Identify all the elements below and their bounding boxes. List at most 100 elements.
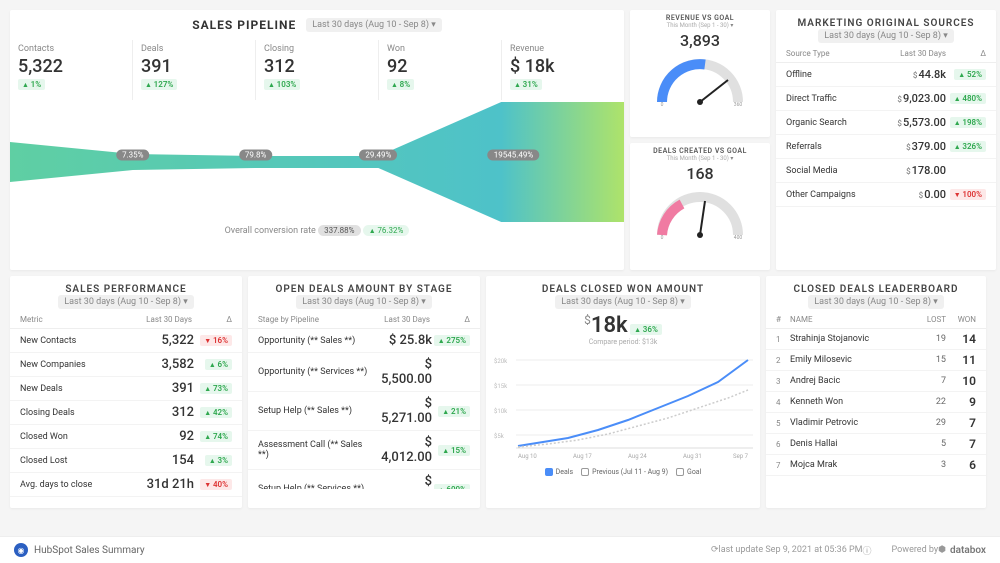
currency-prefix: $ <box>584 313 591 327</box>
gauges-column: REVENUE VS GOAL This Month (Sep 1 - 30) … <box>630 10 770 270</box>
row-value: $5,573.00 <box>882 116 946 129</box>
info-icon[interactable]: ⓘ <box>863 544 872 557</box>
svg-text:Aug 17: Aug 17 <box>573 453 592 460</box>
person-name: Vladimir Petrovic <box>790 418 916 428</box>
sales-pipeline-card: SALES PIPELINE Last 30 days (Aug 10 - Se… <box>10 10 624 270</box>
row-name: Social Media <box>786 166 882 176</box>
col-header: Δ <box>946 49 986 58</box>
legend-previous[interactable]: Previous (Jul 11 - Aug 9) <box>581 468 668 476</box>
delta-badge: 15% <box>438 445 470 456</box>
row-value: $ 25.8k <box>372 333 432 348</box>
row-name: Setup Help (** Services **) <box>258 484 372 489</box>
col-header: Metric <box>20 315 128 324</box>
table-row: Other Campaigns $0.00 100% <box>776 183 996 207</box>
delta-badge: 21% <box>438 406 470 417</box>
stage-value: 5,322 <box>18 56 124 77</box>
period-selector[interactable]: Last 30 days (Aug 10 - Sep 8) <box>808 295 944 309</box>
legend-deals[interactable]: Deals <box>545 468 573 476</box>
funnel-pct-1: 7.35% <box>116 149 149 160</box>
svg-text:Aug 31: Aug 31 <box>683 453 702 460</box>
pipeline-period-selector[interactable]: Last 30 days (Aug 10 - Sep 8) <box>306 18 442 32</box>
svg-text:0: 0 <box>661 102 664 107</box>
leaderboard-row: 1 Strahinja Stojanovic 19 14 <box>766 329 986 350</box>
row-value: $0.00 <box>882 188 946 201</box>
rank: 1 <box>776 335 790 344</box>
won-count: 11 <box>946 353 976 367</box>
row-value: 154 <box>134 453 194 468</box>
leaderboard-row: 3 Andrej Bacic 7 10 <box>766 371 986 392</box>
row-name: Closed Lost <box>20 456 134 466</box>
delta-badge: 198% <box>950 117 986 128</box>
pipeline-stage: Deals 391 127% <box>132 40 255 100</box>
leaderboard-row: 2 Emily Milosevic 15 11 <box>766 350 986 371</box>
col-header: Last 30 Days <box>128 315 192 324</box>
stage-label: Closing <box>264 44 370 54</box>
delta-badge: 3% <box>205 455 232 466</box>
gauge-title: REVENUE VS GOAL <box>634 14 766 22</box>
table-row: New Contacts 5,322 16% <box>10 329 242 353</box>
period-selector[interactable]: Last 30 days (Aug 10 - Sep 8) <box>555 295 691 309</box>
gauge-period[interactable]: This Month (Sep 1 - 30) <box>634 22 766 29</box>
table-row: Assessment Call (** Sales **) $ 4,012.00… <box>248 431 480 470</box>
svg-text:Sep 7: Sep 7 <box>733 453 749 460</box>
delta-badge: 275% <box>434 335 470 346</box>
period-selector[interactable]: Last 30 days (Aug 10 - Sep 8) <box>58 295 194 309</box>
svg-text:$20k: $20k <box>494 358 508 365</box>
period-selector[interactable]: Last 30 days (Aug 10 - Sep 8) <box>296 295 432 309</box>
row-value: $ 5,500.00 <box>372 357 432 387</box>
gauge-value: 168 <box>634 164 766 183</box>
col-header: LOST <box>916 315 946 324</box>
row-name: Closed Won <box>20 432 134 442</box>
pipeline-stage: Won 92 8% <box>378 40 501 100</box>
gauge-period[interactable]: This Month (Sep 1 - 30) <box>634 155 766 162</box>
funnel-pct-4: 19545.49% <box>488 149 539 160</box>
person-name: Emily Milosevic <box>790 355 916 365</box>
card-title: DEALS CLOSED WON AMOUNT <box>486 276 760 297</box>
row-name: Offline <box>786 70 882 80</box>
row-name: Assessment Call (** Sales **) <box>258 440 372 460</box>
row-name: Other Campaigns <box>786 190 882 200</box>
row-value: 31d 21h <box>134 477 194 492</box>
marketing-sources-card: MARKETING ORIGINAL SOURCES Last 30 days … <box>776 10 996 270</box>
col-header: Last 30 Days <box>366 315 430 324</box>
col-header: Δ <box>430 315 470 324</box>
refresh-icon[interactable]: ⟳ <box>711 545 719 555</box>
delta-badge: 100% <box>950 189 986 200</box>
revenue-goal-gauge-card: REVENUE VS GOAL This Month (Sep 1 - 30) … <box>630 10 770 137</box>
lost-count: 5 <box>916 439 946 449</box>
svg-text:Aug 24: Aug 24 <box>628 453 647 460</box>
table-row: New Deals 391 73% <box>10 377 242 401</box>
person-name: Kenneth Won <box>790 397 916 407</box>
person-name: Denis Hallai <box>790 439 916 449</box>
line-chart: $20k $15k $10k $5k Aug 10 Aug 17 Aug 24 … <box>486 348 760 463</box>
rank: 4 <box>776 398 790 407</box>
funnel-pct-3: 29.49% <box>359 149 397 160</box>
leaderboard-row: 4 Kenneth Won 22 9 <box>766 392 986 413</box>
compare-text: Compare period: $13k <box>486 338 760 346</box>
svg-text:360: 360 <box>734 102 743 107</box>
period-selector[interactable]: Last 30 days (Aug 10 - Sep 8) <box>818 29 954 43</box>
row-value: 312 <box>134 405 194 420</box>
svg-text:400: 400 <box>734 235 743 240</box>
stage-delta: 1% <box>18 79 45 90</box>
stage-delta: 103% <box>264 79 300 90</box>
person-name: Mojca Mrak <box>790 460 916 470</box>
row-name: Avg. days to close <box>20 480 134 490</box>
delta-badge: 6% <box>205 359 232 370</box>
closed-won-amount-card: DEALS CLOSED WON AMOUNT Last 30 days (Au… <box>486 276 760 508</box>
conversion-value: 337.88% <box>318 225 360 236</box>
funnel-pct-2: 79.8% <box>239 149 272 160</box>
legend-goal[interactable]: Goal <box>676 468 701 476</box>
stage-delta: 127% <box>141 79 177 90</box>
row-value: 3,582 <box>134 357 194 372</box>
row-value: $379.00 <box>882 140 946 153</box>
row-name: Closing Deals <box>20 408 134 418</box>
row-value: $ 5,271.00 <box>372 396 432 426</box>
table-row: Avg. days to close 31d 21h 40% <box>10 473 242 497</box>
table-row: Social Media $178.00 <box>776 159 996 183</box>
sales-performance-card: SALES PERFORMANCE Last 30 days (Aug 10 -… <box>10 276 242 508</box>
hubspot-icon: ◉ <box>14 543 28 557</box>
row-name: New Deals <box>20 384 134 394</box>
col-header: NAME <box>790 315 916 324</box>
lost-count: 29 <box>916 418 946 428</box>
